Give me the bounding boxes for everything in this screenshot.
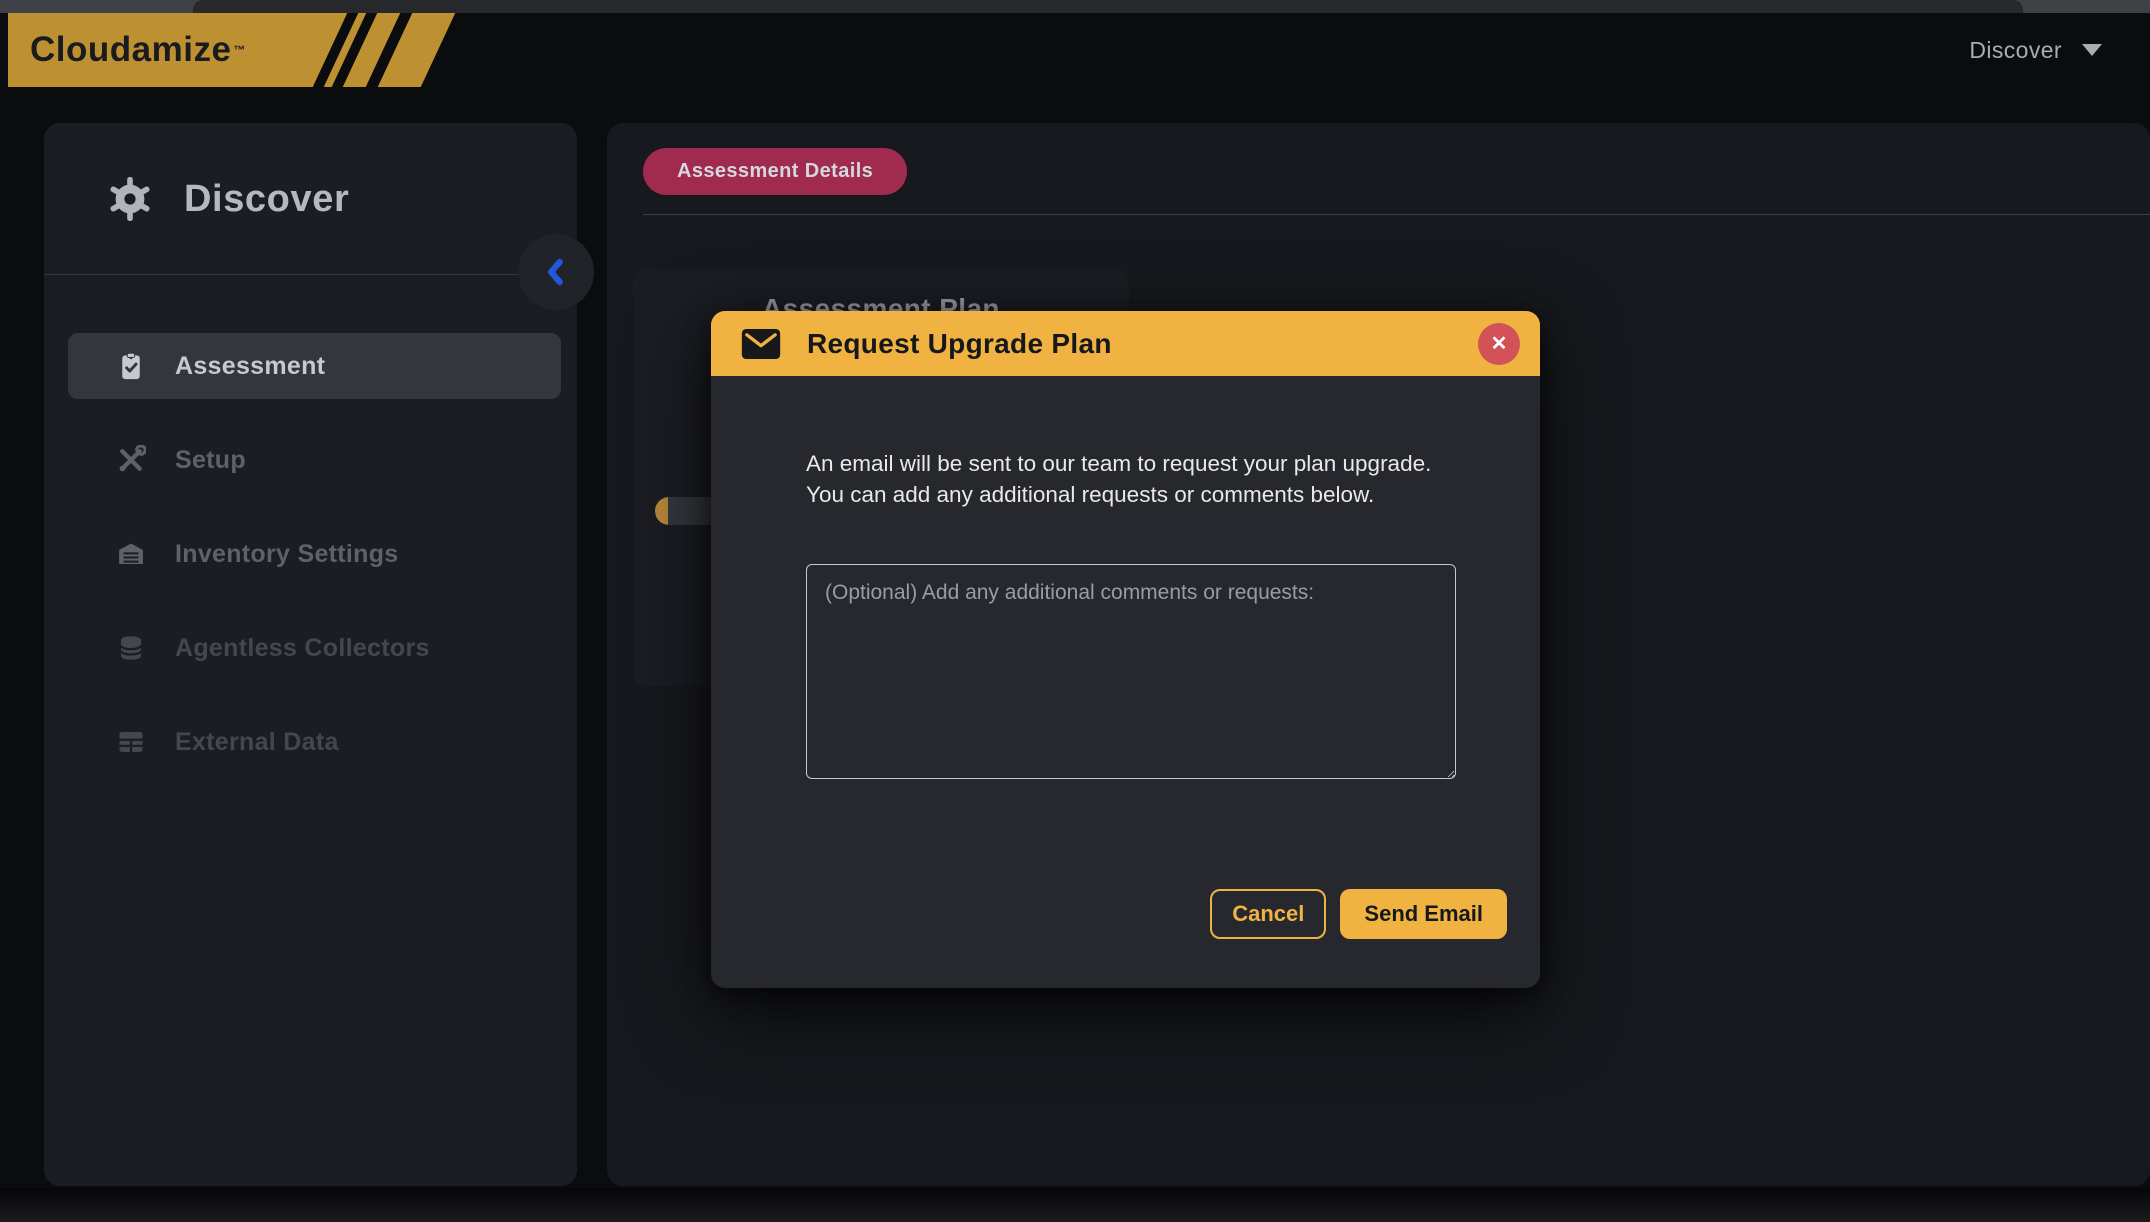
- window-top-strip: [0, 0, 2150, 13]
- gear-icon: [106, 175, 154, 223]
- sidebar-title: Discover: [184, 178, 349, 221]
- assessment-details-label: Assessment Details: [677, 160, 873, 183]
- modal-description: An email will be sent to our team to req…: [806, 448, 1468, 510]
- table-icon: [115, 726, 147, 758]
- modal-actions: Cancel Send Email: [1210, 889, 1507, 939]
- sidebar-divider: [44, 274, 577, 275]
- modal-close-button[interactable]: ✕: [1478, 323, 1520, 365]
- sidebar-collapse-button[interactable]: [518, 234, 594, 310]
- mail-icon: [741, 328, 781, 360]
- panel-divider: [643, 214, 2150, 215]
- sidebar-item-label: Assessment: [175, 352, 325, 381]
- sidebar-item-label: Inventory Settings: [175, 540, 399, 569]
- sidebar-header: Discover: [106, 175, 349, 223]
- cloudamize-logo[interactable]: Cloudamize ™: [30, 13, 245, 87]
- context-dropdown-label: Discover: [1969, 37, 2062, 64]
- sidebar-item-label: External Data: [175, 728, 339, 757]
- modal-body: An email will be sent to our team to req…: [711, 376, 1540, 988]
- sidebar: Discover Assessment: [44, 123, 577, 1186]
- app-screen: Cloudamize ™ Discover: [0, 0, 2150, 1222]
- caret-down-icon: [2082, 44, 2102, 56]
- sidebar-item-assessment[interactable]: Assessment: [68, 333, 561, 399]
- database-icon: [115, 632, 147, 664]
- bottom-fade: [0, 1188, 2150, 1222]
- sidebar-item-inventory-settings[interactable]: Inventory Settings: [68, 521, 561, 587]
- modal-title: Request Upgrade Plan: [807, 328, 1452, 360]
- logo-text: Cloudamize: [30, 30, 231, 70]
- chevron-left-icon: [541, 257, 571, 287]
- window-top-strip-band: [193, 0, 2023, 13]
- clipboard-check-icon: [115, 350, 147, 382]
- warehouse-icon: [115, 538, 147, 570]
- brand-band: Cloudamize ™: [8, 13, 478, 87]
- logo-trademark: ™: [233, 43, 245, 57]
- close-icon: ✕: [1491, 331, 1508, 356]
- sidebar-item-label: Setup: [175, 446, 246, 475]
- sidebar-item-external-data[interactable]: External Data: [68, 709, 561, 775]
- cancel-button[interactable]: Cancel: [1210, 889, 1326, 939]
- sidebar-item-setup[interactable]: Setup: [68, 427, 561, 493]
- request-upgrade-modal: Request Upgrade Plan ✕ An email will be …: [711, 311, 1540, 988]
- comments-textarea[interactable]: [806, 564, 1456, 779]
- plan-progress-fill: [655, 497, 668, 525]
- sidebar-nav: Assessment Setup: [68, 333, 561, 803]
- assessment-details-badge[interactable]: Assessment Details: [643, 148, 907, 195]
- send-email-button[interactable]: Send Email: [1340, 889, 1507, 939]
- modal-header: Request Upgrade Plan ✕: [711, 311, 1540, 376]
- tools-icon: [115, 444, 147, 476]
- context-dropdown[interactable]: Discover: [1969, 26, 2102, 74]
- sidebar-item-label: Agentless Collectors: [175, 634, 430, 663]
- sidebar-item-agentless-collectors[interactable]: Agentless Collectors: [68, 615, 561, 681]
